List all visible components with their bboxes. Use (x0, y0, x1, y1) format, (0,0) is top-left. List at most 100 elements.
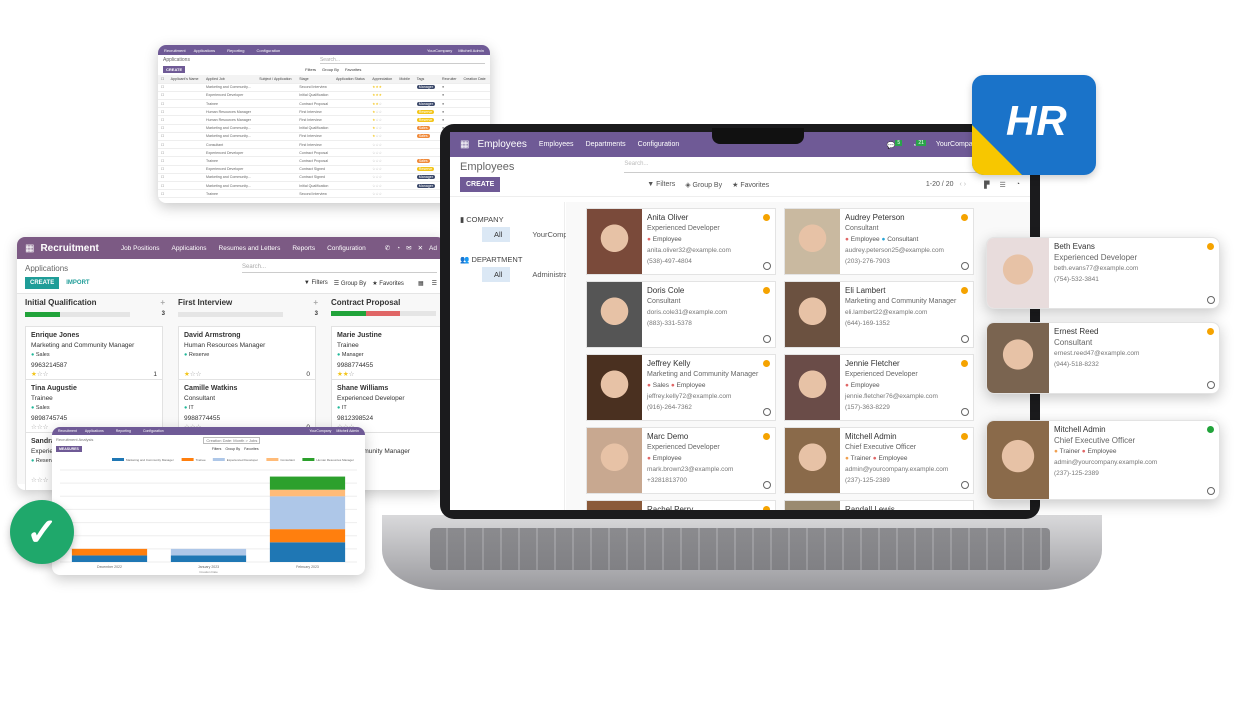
applicant-card[interactable]: Enrique Jones Marketing and Community Man… (25, 326, 163, 385)
menu-item[interactable]: Reporting (116, 429, 131, 433)
column-header[interactable]: Mobile (396, 75, 414, 84)
apps-menu-icon[interactable]: ▦ (460, 139, 469, 150)
bar-segment[interactable] (269, 542, 346, 562)
pager[interactable]: 1-20 / 20 (926, 181, 954, 188)
list-view-icon[interactable]: ☰ (999, 181, 1005, 189)
row-checkbox[interactable]: ☐ (158, 107, 168, 117)
phone-icon[interactable]: ✆ (385, 244, 390, 252)
employee-card[interactable]: Marc Demo Experienced Developer Employee ma… (586, 427, 776, 494)
row-checkbox[interactable]: ☐ (158, 181, 168, 191)
app-title[interactable]: Employees (477, 139, 526, 150)
row-checkbox[interactable]: ☐ (158, 124, 168, 133)
bar-segment[interactable] (170, 548, 247, 556)
add-card-icon[interactable]: + (313, 298, 318, 307)
add-card-icon[interactable]: + (160, 298, 165, 307)
menu-item[interactable]: Departments (586, 141, 626, 148)
activity-icon[interactable]: ◔ (396, 245, 400, 252)
row-checkbox[interactable]: ☐ (158, 132, 168, 142)
column-header[interactable]: Stage (296, 75, 333, 84)
column-header[interactable]: Appreciation (369, 75, 397, 84)
appreciation-stars[interactable]: ★☆☆ (369, 132, 397, 142)
appreciation-stars[interactable]: ★★★ (369, 91, 397, 101)
favorites-button[interactable]: Favorites (244, 447, 258, 451)
priority-stars[interactable]: ★★☆ (337, 371, 354, 378)
company-switcher[interactable]: YourCompany (309, 429, 331, 433)
legend-label[interactable]: Marketing and Community Manager (126, 458, 174, 462)
row-checkbox[interactable]: ☐ (158, 165, 168, 174)
pager-prev-icon[interactable]: ‹ › (959, 181, 966, 188)
employee-card[interactable]: Doris Cole Consultant doris.cole31@example… (586, 281, 776, 348)
column-progress-bar[interactable] (178, 311, 283, 317)
filters-button[interactable]: Filters (305, 67, 316, 72)
row-checkbox[interactable]: ☐ (158, 83, 168, 92)
appreciation-stars[interactable]: ☆☆☆ (369, 189, 397, 199)
legend-swatch[interactable] (302, 458, 315, 461)
legend-label[interactable]: Experienced Developer (227, 458, 258, 462)
table-row[interactable]: ☐ Human Resources Manager First Interview ★… (158, 115, 490, 125)
column-header[interactable]: Applicant's Name (167, 75, 203, 84)
applicant-card[interactable]: David Armstrong Human Resources Manager Re… (178, 326, 316, 385)
activity-clock-icon[interactable] (961, 335, 969, 343)
priority-stars[interactable]: ☆☆☆ (31, 477, 48, 484)
appreciation-stars[interactable]: ★☆☆ (369, 115, 397, 125)
create-button[interactable]: CREATE (163, 66, 186, 73)
legend-label[interactable]: Consultant (280, 458, 295, 462)
row-checkbox[interactable]: ☐ (158, 173, 168, 182)
select-all-checkbox[interactable]: ☐ (158, 75, 168, 84)
create-button[interactable]: CREATE (460, 177, 501, 192)
row-checkbox[interactable]: ☐ (158, 91, 168, 101)
group-by-button[interactable]: ☰ Group By (334, 280, 366, 287)
user-menu[interactable]: Mitchell Admin (458, 48, 484, 53)
activity-clock-icon[interactable] (961, 481, 969, 489)
table-row[interactable]: ☐ Human Resources Manager First Interview ★… (158, 107, 490, 117)
column-header[interactable]: Application Status (332, 75, 370, 84)
bar-segment[interactable] (269, 529, 346, 543)
row-checkbox[interactable]: ☐ (158, 115, 168, 125)
search-facet[interactable]: Creation Date: Month > Jobs (203, 437, 261, 444)
kanban-view-icon[interactable]: ▛ (984, 181, 989, 189)
menu-item[interactable]: Applications (194, 48, 216, 53)
bar-segment[interactable] (71, 555, 148, 562)
employee-card[interactable]: Jennie Fletcher Experienced Developer Empl… (784, 354, 974, 421)
employee-card[interactable]: Audrey PetersonConsultantEmployee Consul… (784, 208, 974, 275)
column-header[interactable]: Subject / Application (256, 75, 297, 84)
employee-card[interactable]: Randall LewisExperienced Developer (784, 500, 974, 510)
column-header[interactable]: Creation Date (460, 75, 490, 84)
appreciation-stars[interactable]: ★★★ (369, 83, 397, 92)
appreciation-stars[interactable]: ☆☆☆ (369, 148, 397, 158)
table-row[interactable]: ☐ Experienced Developer Initial Qualificat… (158, 91, 490, 101)
row-checkbox[interactable]: ☐ (158, 189, 168, 199)
table-row[interactable]: ☐ Marketing and Community... Second Interv… (158, 83, 490, 92)
bar-segment[interactable] (269, 489, 346, 497)
app-title[interactable]: Recruitment (40, 243, 98, 254)
bar-segment[interactable] (170, 555, 247, 562)
menu-item[interactable]: Employees (539, 141, 574, 148)
appreciation-stars[interactable]: ☆☆☆ (369, 173, 397, 182)
menu-item[interactable]: Resumes and Letters (219, 245, 281, 252)
bar-segment[interactable] (71, 548, 148, 556)
menu-item[interactable]: Reports (292, 245, 315, 252)
activity-clock-icon[interactable] (763, 408, 771, 416)
employee-card-highlight[interactable]: Beth Evans Experienced Developer beth.evan… (986, 237, 1220, 309)
employee-card[interactable]: Jeffrey Kelly Marketing and Community Man… (586, 354, 776, 421)
appreciation-stars[interactable]: ☆☆☆ (369, 156, 397, 166)
activity-clock-icon[interactable] (763, 481, 771, 489)
create-button[interactable]: CREATE (25, 277, 60, 289)
menu-item[interactable]: Applications (171, 245, 206, 252)
filter-item[interactable]: All (482, 227, 511, 242)
bar-segment[interactable] (269, 496, 346, 530)
activity-clock-icon[interactable] (1207, 381, 1215, 389)
column-header[interactable]: Tags (413, 75, 439, 84)
activities-button[interactable]: ◔ 21 (912, 139, 926, 149)
search-input[interactable]: Search... (319, 57, 485, 64)
app-title[interactable]: Recruitment (164, 48, 186, 53)
legend-swatch[interactable] (212, 458, 225, 461)
activity-clock-icon[interactable] (763, 262, 771, 270)
menu-item[interactable]: Configuration (638, 141, 680, 148)
user-menu[interactable]: Ad (429, 245, 437, 252)
search-input[interactable]: Search... (242, 264, 437, 273)
activity-clock-icon[interactable] (961, 262, 969, 270)
app-title[interactable]: Recruitment (58, 429, 77, 433)
menu-item[interactable]: Configuration (143, 429, 164, 433)
activity-clock-icon[interactable] (1207, 296, 1215, 304)
